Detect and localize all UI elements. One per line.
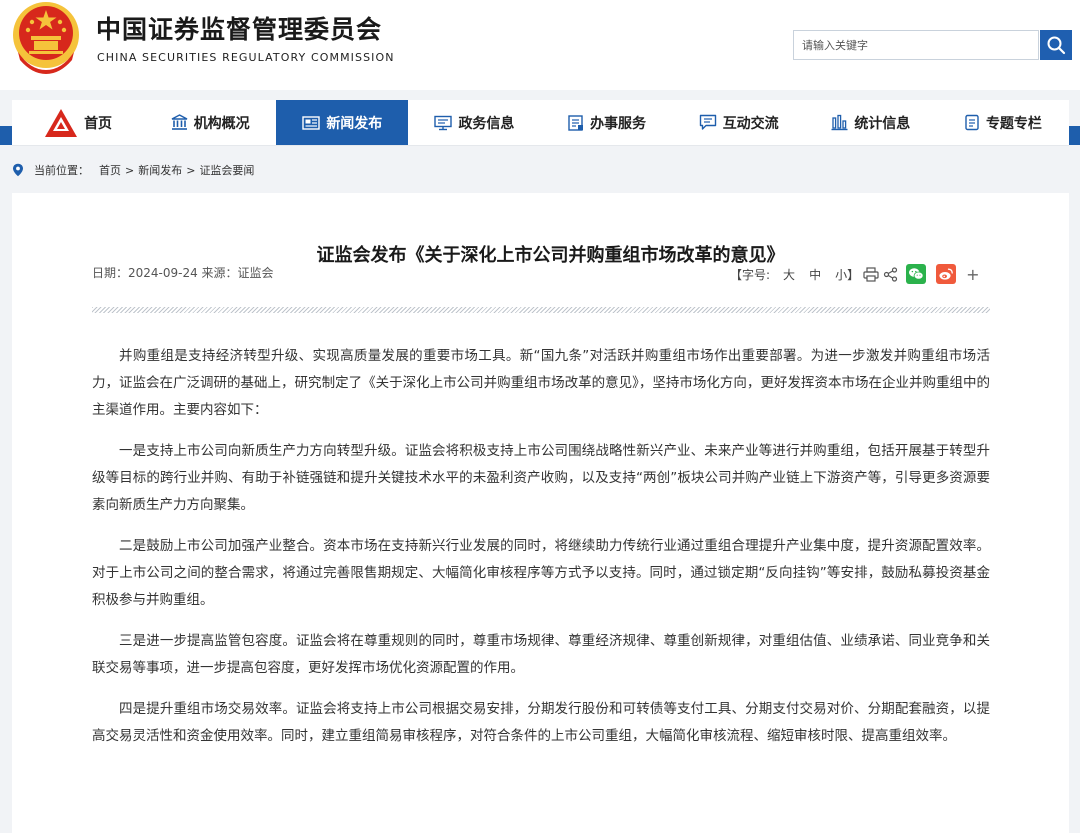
article-paragraph: 四是提升重组市场交易效率。证监会将支持上市公司根据交易安排，分期发行股份和可转债…	[92, 701, 990, 744]
article-body: 并购重组是支持经济转型升级、实现高质量发展的重要市场工具。新“国九条”对活跃并购…	[92, 343, 990, 764]
bar-chart-icon	[831, 114, 848, 131]
nav-label: 新闻发布	[326, 115, 383, 132]
nav-item-home[interactable]: 首页	[12, 100, 144, 145]
search-input[interactable]	[793, 30, 1039, 60]
chat-bubble-icon	[699, 114, 716, 130]
monitor-icon	[434, 115, 453, 130]
title-divider	[92, 307, 990, 313]
breadcrumb-news[interactable]: 新闻发布	[138, 162, 182, 178]
nav-item-special-topics[interactable]: 专题专栏	[937, 100, 1069, 145]
article-paragraph: 一是支持上市公司向新质生产力方向转型升级。证监会将积极支持上市公司围绕战略性新兴…	[92, 443, 990, 513]
nav-label: 首页	[84, 115, 113, 132]
newspaper-icon	[302, 115, 321, 130]
font-size-large[interactable]: 大	[783, 266, 795, 283]
site-subtitle: CHINA SECURITIES REGULATORY COMMISSION	[97, 51, 395, 64]
nav-item-news[interactable]: 新闻发布	[276, 100, 409, 145]
nav-label: 统计信息	[854, 115, 911, 132]
search-button[interactable]	[1040, 30, 1072, 60]
nav-label: 政务信息	[458, 115, 515, 132]
clipboard-icon	[568, 115, 584, 131]
breadcrumb-current[interactable]: 证监会要闻	[199, 162, 254, 178]
location-pin-icon	[13, 163, 23, 177]
search-icon	[1047, 36, 1066, 55]
site-title[interactable]: 中国证券监督管理委员会	[96, 10, 382, 46]
building-icon	[171, 114, 188, 130]
national-emblem-icon[interactable]	[10, 0, 82, 74]
nav-item-organization[interactable]: 机构概况	[144, 100, 276, 145]
font-size-label: 【字号:	[730, 267, 771, 282]
share-button[interactable]	[883, 266, 898, 282]
article-paragraph: 二是鼓励上市公司加强产业整合。资本市场在支持新兴行业发展的同时，将继续助力传统行…	[92, 538, 990, 608]
article-tools: 【字号: 大 中 小 】 +	[730, 264, 980, 284]
csrc-logo-icon	[45, 108, 78, 137]
nav-label: 专题专栏	[985, 115, 1042, 132]
font-size-close: 】	[847, 267, 860, 282]
nav-label: 机构概况	[193, 115, 250, 132]
main-nav: 首页 机构概况 新闻发布 政务信息 办事服务 互动交流 统计信息 专题专栏	[12, 100, 1069, 145]
weibo-share-button[interactable]	[936, 264, 957, 284]
breadcrumb-separator: >	[125, 163, 135, 177]
wechat-icon	[909, 268, 924, 280]
article-meta: 日期：2024-09-24 来源：证监会	[92, 266, 274, 280]
print-button[interactable]	[863, 266, 879, 282]
print-icon	[863, 266, 879, 282]
breadcrumb: 当前位置： 首页 > 新闻发布 > 证监会要闻	[12, 162, 254, 178]
nav-label: 互动交流	[722, 115, 779, 132]
nav-item-government-info[interactable]: 政务信息	[408, 100, 540, 145]
wechat-share-button[interactable]	[906, 264, 927, 284]
breadcrumb-home[interactable]: 首页	[99, 162, 121, 178]
share-icon	[884, 266, 898, 282]
font-size-small[interactable]: 小	[835, 266, 847, 283]
article-paragraph: 并购重组是支持经济转型升级、实现高质量发展的重要市场工具。新“国九条”对活跃并购…	[92, 348, 990, 418]
article-paragraph: 三是进一步提高监管包容度。证监会将在尊重规则的同时，尊重市场规律、尊重经济规律、…	[92, 633, 990, 676]
more-share-button[interactable]: +	[966, 265, 979, 284]
nav-item-statistics[interactable]: 统计信息	[805, 100, 937, 145]
site-header: 中国证券监督管理委员会 CHINA SECURITIES REGULATORY …	[0, 0, 1080, 90]
nav-item-interaction[interactable]: 互动交流	[673, 100, 805, 145]
nav-label: 办事服务	[590, 115, 647, 132]
document-icon	[965, 114, 979, 131]
font-size-medium[interactable]: 中	[809, 266, 821, 283]
weibo-icon	[939, 268, 953, 280]
article-panel: 证监会发布《关于深化上市公司并购重组市场改革的意见》 日期：2024-09-24…	[12, 193, 1069, 833]
breadcrumb-separator: >	[186, 163, 196, 177]
breadcrumb-prefix: 当前位置：	[34, 164, 89, 177]
nav-item-services[interactable]: 办事服务	[541, 100, 673, 145]
